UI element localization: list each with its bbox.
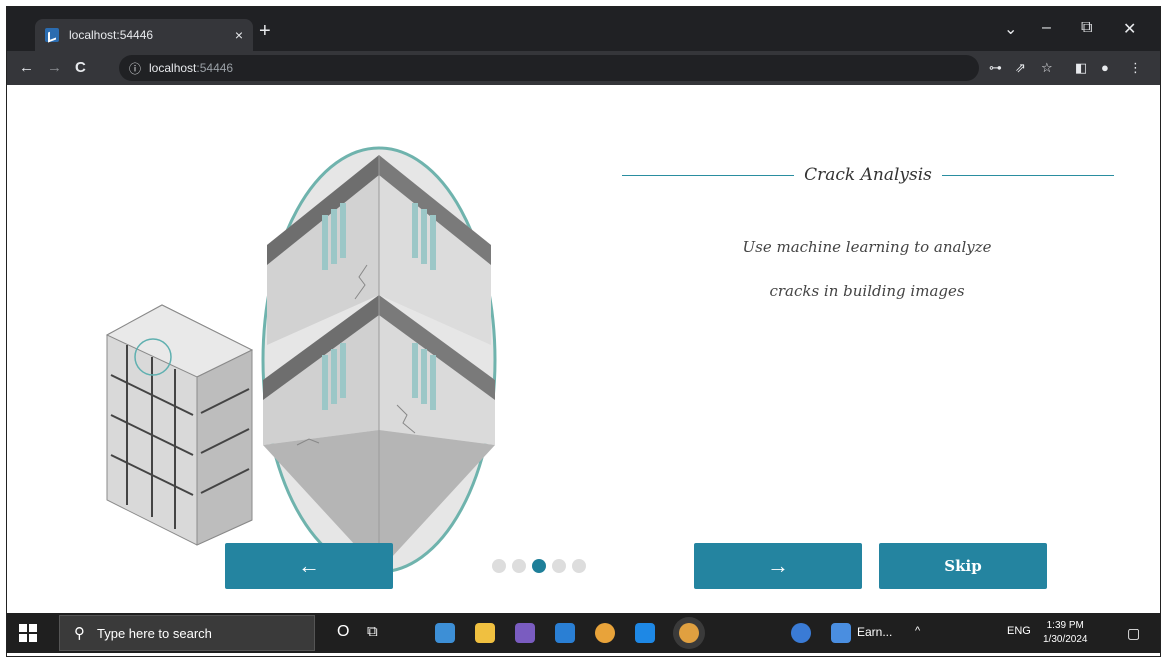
close-window-button[interactable]: ✕ (1123, 19, 1136, 39)
screen-frame: localhost:54446 × + ⌄ – ⧉ ✕ ← → C ⓘ loca… (6, 6, 1161, 657)
flutter-favicon-icon (45, 28, 59, 42)
chrome-icon[interactable] (595, 623, 615, 643)
bookmark-star-icon[interactable]: ☆ (1041, 60, 1053, 76)
vscode-icon[interactable] (635, 623, 655, 643)
page-description: Use machine learning to analyze cracks i… (647, 225, 1087, 313)
page-dot[interactable] (572, 559, 586, 573)
previous-button[interactable]: ← (225, 543, 393, 589)
site-info-icon[interactable]: ⓘ (129, 60, 141, 77)
title-divider-right (941, 174, 1115, 176)
windows-taskbar: ⚲ Type here to search O ⧉ Earn... ^ ENG … (7, 613, 1160, 653)
share-icon[interactable]: ⇗ (1015, 60, 1026, 76)
system-clock[interactable]: 1:39 PM 1/30/2024 (1043, 619, 1088, 647)
description-line-2: cracks in building images (769, 282, 965, 300)
clock-date: 1/30/2024 (1043, 634, 1088, 645)
page-indicator (492, 559, 586, 573)
tray-chevron-icon[interactable]: ^ (915, 625, 920, 637)
restore-button[interactable]: ⧉ (1081, 19, 1092, 37)
back-nav-icon[interactable]: ← (19, 59, 34, 76)
tab-title: localhost:54446 (69, 28, 154, 42)
page-dot[interactable] (552, 559, 566, 573)
clock-time: 1:39 PM (1046, 620, 1084, 631)
skip-button[interactable]: Skip (879, 543, 1047, 589)
page-dot[interactable] (512, 559, 526, 573)
notifications-icon[interactable]: ▢ (1127, 625, 1140, 642)
browser-toolbar: ← → C ⓘ localhost :54446 ⊶ ⇗ ☆ ◧ ● ⋮ (7, 51, 1160, 85)
new-tab-button[interactable]: + (259, 21, 271, 41)
file-explorer-icon[interactable] (475, 623, 495, 643)
search-placeholder: Type here to search (97, 625, 212, 641)
notepad-app-icon[interactable] (435, 623, 455, 643)
password-key-icon[interactable]: ⊶ (989, 60, 1002, 76)
url-host: localhost (149, 61, 197, 75)
minimize-button[interactable]: – (1042, 19, 1051, 37)
taskbar-app-label[interactable]: Earn... (857, 625, 892, 639)
mail-icon[interactable] (555, 623, 575, 643)
building-crack-illustration (105, 146, 497, 574)
address-bar[interactable]: ⓘ localhost :54446 (119, 55, 979, 81)
snipping-tool-icon[interactable] (515, 623, 535, 643)
tab-close-icon[interactable]: × (235, 27, 243, 43)
description-line-1: Use machine learning to analyze (742, 238, 992, 256)
help-icon[interactable] (791, 623, 811, 643)
browser-tab[interactable]: localhost:54446 × (35, 19, 253, 51)
onboarding-page: Crack Analysis Use machine learning to a… (7, 85, 1160, 613)
forward-nav-icon[interactable]: → (47, 59, 62, 76)
task-view-icon[interactable]: ⧉ (367, 623, 378, 640)
page-dot-active[interactable] (532, 559, 546, 573)
browser-title-bar: localhost:54446 × + ⌄ – ⧉ ✕ (7, 7, 1160, 51)
building-model (105, 304, 254, 546)
side-panel-icon[interactable]: ◧ (1075, 60, 1087, 76)
zoomed-wall-oval (261, 146, 497, 574)
taskbar-search-box[interactable]: ⚲ Type here to search (59, 615, 315, 651)
search-icon: ⚲ (74, 625, 85, 642)
page-title: Crack Analysis (804, 165, 932, 185)
tab-search-icon[interactable]: ⌄ (1004, 19, 1017, 39)
cortana-icon[interactable]: O (337, 623, 349, 641)
document-app-icon[interactable] (831, 623, 851, 643)
page-dot[interactable] (492, 559, 506, 573)
language-indicator[interactable]: ENG (1007, 625, 1031, 637)
reload-icon[interactable]: C (75, 59, 86, 76)
next-button[interactable]: → (694, 543, 862, 589)
title-divider-left (622, 174, 795, 176)
windows-start-icon[interactable] (19, 624, 37, 642)
chrome-active-icon[interactable] (679, 623, 699, 643)
profile-icon[interactable]: ● (1101, 60, 1109, 75)
title-row: Crack Analysis (622, 163, 1115, 187)
chrome-menu-icon[interactable]: ⋮ (1129, 60, 1142, 76)
url-port: :54446 (196, 61, 234, 75)
